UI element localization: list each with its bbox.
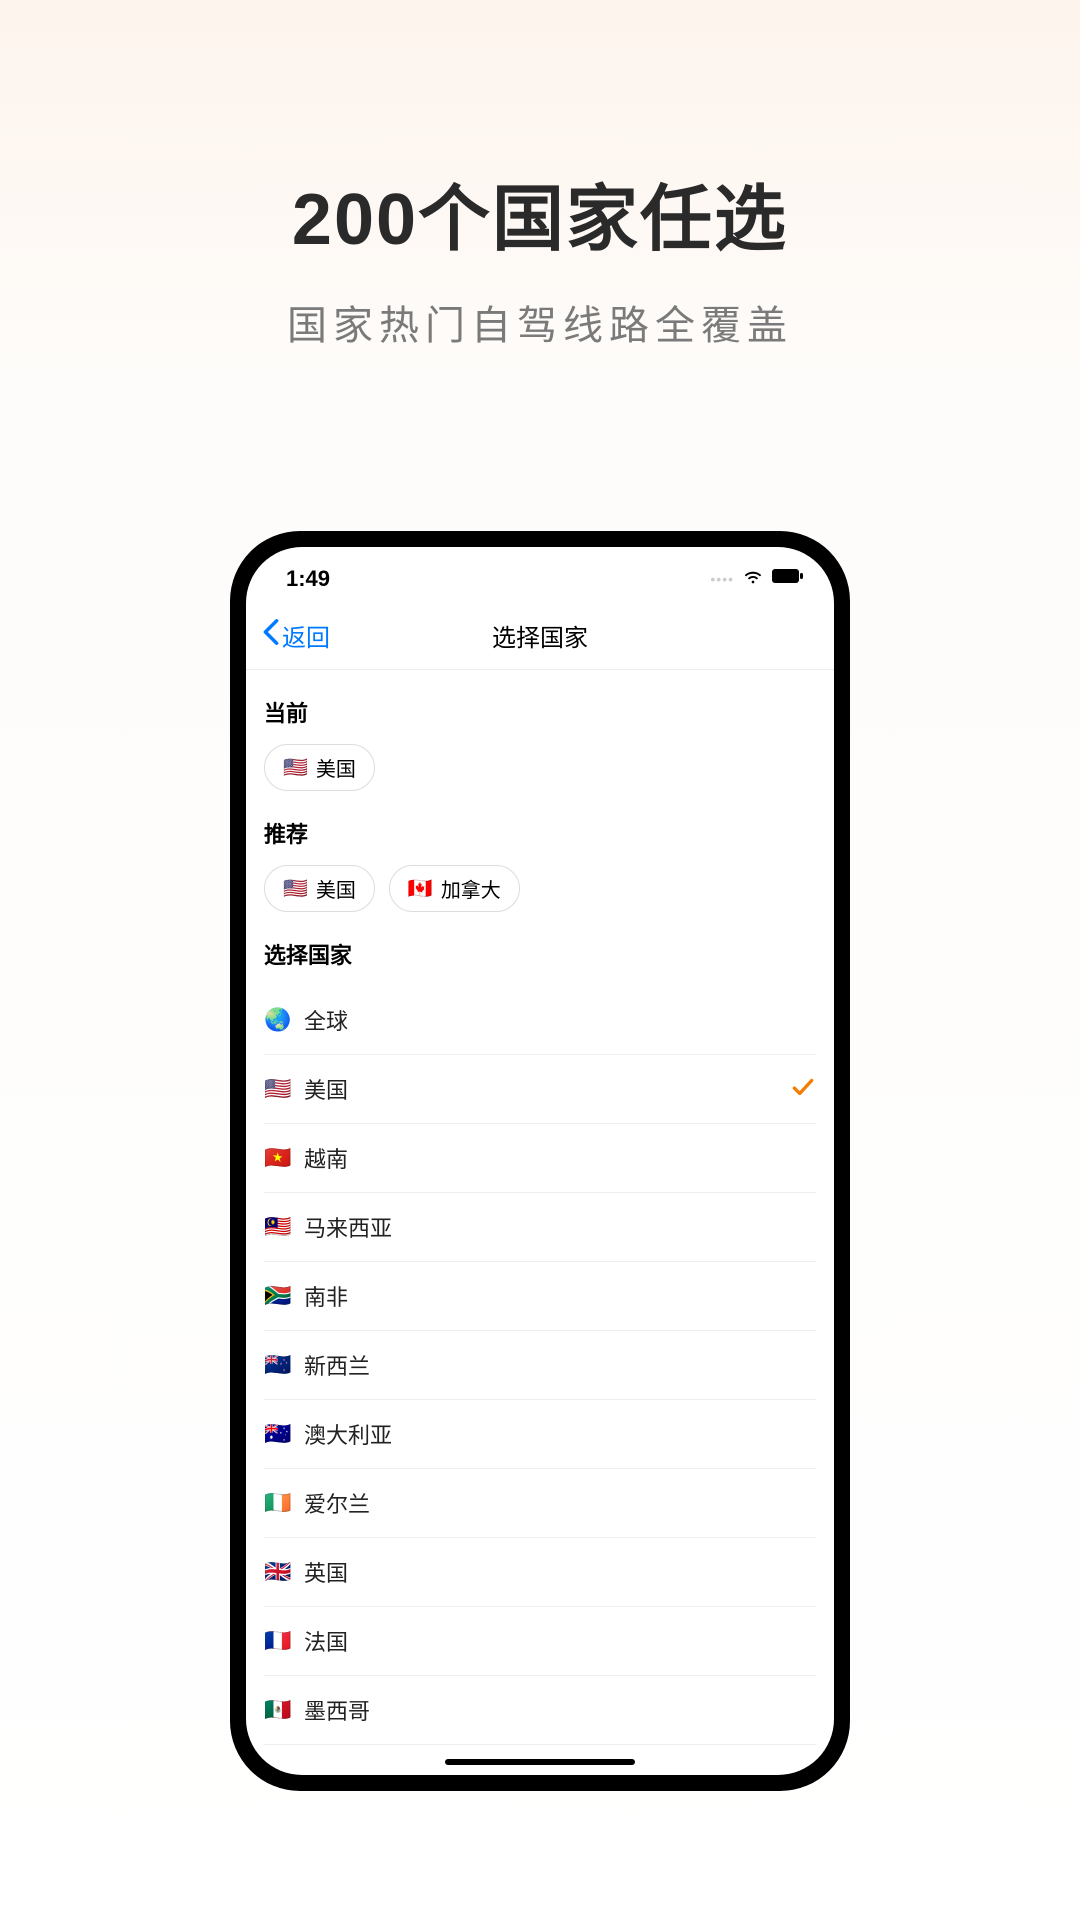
chip-label: 加拿大 — [441, 874, 501, 903]
hero-title: 200个国家任选 — [292, 160, 788, 265]
back-label: 返回 — [282, 618, 330, 653]
battery-icon — [772, 568, 804, 589]
flag-icon: 🇨🇦 — [408, 876, 433, 901]
country-row[interactable]: 🇿🇦 南非 — [264, 1262, 816, 1331]
status-bar: 1:49 •••• — [246, 547, 834, 598]
flag-icon: 🇺🇸 — [283, 876, 308, 901]
back-button[interactable]: 返回 — [262, 618, 330, 653]
hero-subtitle: 国家热门自驾线路全覆盖 — [287, 293, 793, 351]
chip-label: 美国 — [316, 753, 356, 782]
flag-icon: 🇲🇽 — [264, 1697, 290, 1723]
phone-frame: 1:49 •••• 返回 选择国家 当前 — [230, 531, 850, 1791]
flag-icon: 🇿🇦 — [264, 1283, 290, 1309]
status-time: 1:49 — [286, 566, 330, 592]
status-icons: •••• — [710, 565, 804, 592]
home-indicator[interactable] — [445, 1759, 635, 1765]
flag-icon: 🌏 — [264, 1007, 290, 1033]
country-name: 马来西亚 — [304, 1211, 816, 1243]
section-select-label: 选择国家 — [264, 938, 816, 970]
flag-icon: 🇦🇺 — [264, 1421, 290, 1447]
phone-screen: 1:49 •••• 返回 选择国家 当前 — [246, 547, 834, 1775]
country-row[interactable]: 🇫🇷 法国 — [264, 1607, 816, 1676]
flag-icon: 🇬🇧 — [264, 1559, 290, 1585]
country-name: 全球 — [304, 1004, 816, 1036]
flag-icon: 🇫🇷 — [264, 1628, 290, 1654]
country-name: 英国 — [304, 1556, 816, 1588]
country-row[interactable]: 🇺🇸 美国 — [264, 1055, 816, 1124]
section-recommend-label: 推荐 — [264, 817, 816, 849]
country-name: 新西兰 — [304, 1349, 816, 1381]
flag-icon: 🇺🇸 — [264, 1076, 290, 1102]
flag-icon: 🇺🇸 — [283, 755, 308, 780]
country-name: 墨西哥 — [304, 1694, 816, 1726]
country-row[interactable]: 🇲🇾 马来西亚 — [264, 1193, 816, 1262]
flag-icon: 🇲🇾 — [264, 1214, 290, 1240]
nav-title: 选择国家 — [492, 618, 588, 653]
country-name: 南非 — [304, 1280, 816, 1312]
country-row[interactable]: 🇻🇳 越南 — [264, 1124, 816, 1193]
country-name: 越南 — [304, 1142, 816, 1174]
country-name: 爱尔兰 — [304, 1487, 816, 1519]
country-row[interactable]: 🇲🇽 墨西哥 — [264, 1676, 816, 1745]
country-name: 美国 — [304, 1073, 776, 1105]
recommend-chip[interactable]: 🇨🇦 加拿大 — [389, 865, 520, 912]
country-row[interactable]: 🌏 全球 — [264, 986, 816, 1055]
flag-icon: 🇮🇪 — [264, 1490, 290, 1516]
check-icon — [790, 1074, 816, 1105]
country-row[interactable]: 🇳🇿 新西兰 — [264, 1331, 816, 1400]
current-country-chip[interactable]: 🇺🇸 美国 — [264, 744, 375, 791]
country-name: 法国 — [304, 1625, 816, 1657]
section-current-label: 当前 — [264, 696, 816, 728]
nav-bar: 返回 选择国家 — [246, 598, 834, 670]
country-name: 澳大利亚 — [304, 1418, 816, 1450]
country-row[interactable]: 🇬🇧 英国 — [264, 1538, 816, 1607]
chip-label: 美国 — [316, 874, 356, 903]
flag-icon: 🇳🇿 — [264, 1352, 290, 1378]
country-row[interactable]: 🇦🇺 澳大利亚 — [264, 1400, 816, 1469]
content-scroll[interactable]: 当前 🇺🇸 美国 推荐 🇺🇸 美国 🇨🇦 加拿大 选择国家 🌏 全球 🇺🇸 美国 🇻🇳 越南 🇲🇾… — [246, 670, 834, 1775]
wifi-icon — [742, 565, 764, 592]
chevron-left-icon — [262, 618, 280, 653]
country-row[interactable]: 🇮🇪 爱尔兰 — [264, 1469, 816, 1538]
cellular-dots-icon: •••• — [710, 571, 734, 587]
flag-icon: 🇻🇳 — [264, 1145, 290, 1171]
recommend-chip[interactable]: 🇺🇸 美国 — [264, 865, 375, 912]
